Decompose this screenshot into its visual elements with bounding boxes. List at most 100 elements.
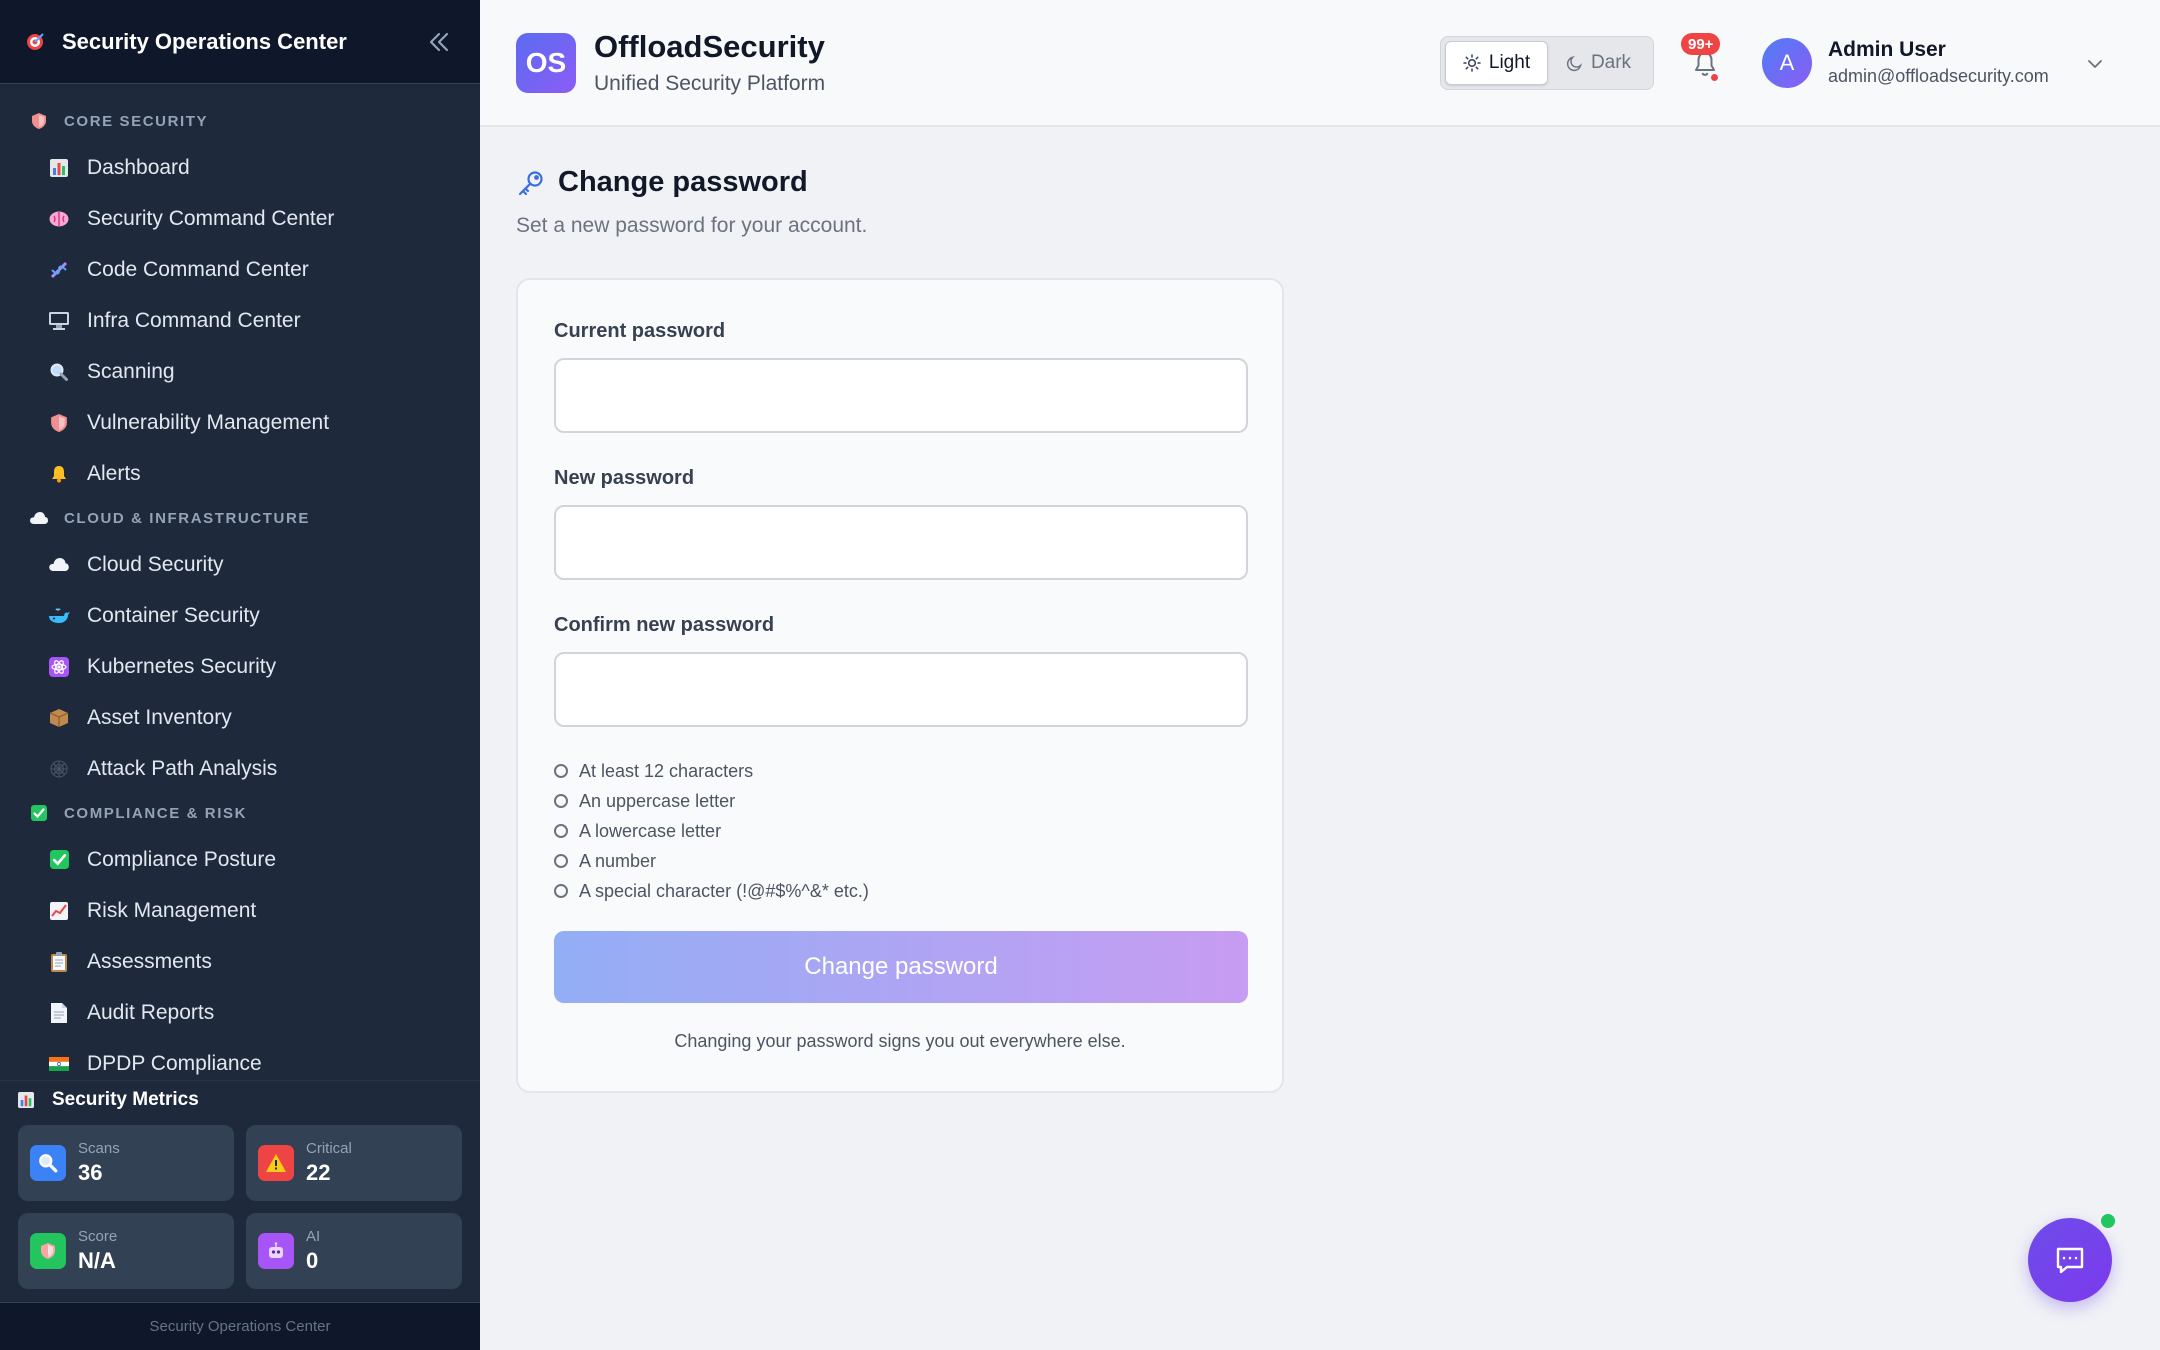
metric-label: Critical — [306, 1140, 352, 1157]
monitor-icon — [48, 310, 70, 332]
signout-note: Changing your password signs you out eve… — [674, 1031, 1126, 1051]
current-password-label: Current password — [554, 320, 726, 342]
page-title-text: Change password — [558, 166, 808, 198]
sidebar-item-label: Risk Management — [87, 898, 257, 922]
section-cloud-infrastructure: CLOUD & INFRASTRUCTURE — [0, 503, 480, 533]
top-header: OS OffloadSecurity Unified Security Plat… — [480, 0, 2160, 127]
requirement-item: A special character (!@#$%^&* etc.) — [554, 876, 869, 906]
section-label: COMPLIANCE & RISK — [64, 804, 248, 822]
sidebar-item-asset-inventory[interactable]: Asset Inventory — [0, 692, 480, 743]
notification-indicator-dot — [1709, 72, 1720, 83]
theme-dark-button[interactable]: Dark — [1548, 41, 1649, 85]
requirement-text: At least 12 characters — [579, 760, 754, 781]
dna-icon — [48, 259, 70, 281]
sidebar-item-container-security[interactable]: Container Security — [0, 590, 480, 641]
chevron-down-icon[interactable] — [2083, 52, 2107, 76]
chat-assistant-button[interactable] — [2028, 1218, 2112, 1302]
unchecked-circle-icon — [554, 884, 568, 898]
page-title: Change password — [516, 166, 808, 199]
user-avatar[interactable]: A — [1762, 38, 1812, 88]
sidebar-item-label: Vulnerability Management — [87, 410, 330, 434]
theme-dark-label: Dark — [1590, 52, 1632, 73]
moon-icon — [1566, 55, 1582, 71]
trend-chart-icon — [48, 900, 70, 922]
metric-value: 22 — [306, 1160, 331, 1185]
document-icon — [48, 1002, 70, 1024]
sidebar-item-label: Alerts — [87, 461, 141, 485]
sidebar-item-label: Kubernetes Security — [87, 654, 277, 678]
user-email: admin@offloadsecurity.com — [1828, 66, 2049, 86]
chat-icon — [2056, 1247, 2084, 1274]
section-compliance-risk: COMPLIANCE & RISK — [0, 798, 480, 828]
notifications-count-badge: 99+ — [1681, 33, 1721, 55]
shield-icon — [30, 1233, 66, 1269]
web-icon — [48, 758, 70, 780]
new-password-input[interactable] — [554, 505, 1248, 580]
change-password-form: Current password New password Confirm ne… — [516, 278, 1284, 1093]
sidebar-item-label: Audit Reports — [87, 1000, 215, 1024]
brand-logo[interactable]: OS — [516, 33, 576, 93]
brand-name: OffloadSecurity — [594, 29, 825, 64]
sidebar-item-code-command-center[interactable]: Code Command Center — [0, 244, 480, 295]
section-core-security: CORE SECURITY — [0, 106, 480, 136]
requirement-text: A number — [579, 850, 657, 871]
sidebar-item-risk-management[interactable]: Risk Management — [0, 885, 480, 936]
unchecked-circle-icon — [554, 854, 568, 868]
sidebar-item-label: Cloud Security — [87, 552, 224, 576]
sidebar-item-alerts[interactable]: Alerts — [0, 448, 480, 499]
sidebar-title: Security Operations Center — [62, 28, 347, 54]
sidebar-item-kubernetes-security[interactable]: Kubernetes Security — [0, 641, 480, 692]
section-label: CLOUD & INFRASTRUCTURE — [64, 509, 311, 527]
sidebar-item-label: Attack Path Analysis — [87, 756, 278, 780]
india-flag-icon — [48, 1053, 70, 1075]
sidebar-item-label: Compliance Posture — [87, 847, 277, 871]
clipboard-icon — [48, 951, 70, 973]
package-icon — [48, 707, 70, 729]
cloud-icon — [48, 554, 70, 576]
metric-value: 0 — [306, 1248, 319, 1273]
brain-icon — [48, 208, 70, 230]
security-metrics-panel: Security Metrics Scans 36 Critical 22 Scor… — [0, 1080, 480, 1302]
confirm-password-label: Confirm new password — [554, 614, 775, 636]
sidebar-item-compliance-posture[interactable]: Compliance Posture — [0, 834, 480, 885]
sidebar-item-dashboard[interactable]: Dashboard — [0, 142, 480, 193]
sidebar-footer: Security Operations Center — [0, 1302, 480, 1350]
collapse-sidebar-icon[interactable] — [422, 25, 456, 59]
sidebar-item-label: Security Command Center — [87, 206, 335, 230]
requirement-text: A lowercase letter — [579, 820, 722, 841]
change-password-button[interactable]: Change password — [554, 931, 1248, 1003]
sidebar-item-vulnerability-management[interactable]: Vulnerability Management — [0, 397, 480, 448]
sidebar-nav: CORE SECURITY Dashboard Security Command… — [0, 84, 480, 1080]
requirement-item: At least 12 characters — [554, 756, 869, 786]
sun-icon — [1463, 54, 1481, 72]
confirm-password-input[interactable] — [554, 652, 1248, 727]
sidebar-item-assessments[interactable]: Assessments — [0, 936, 480, 987]
requirement-text: A special character (!@#$%^&* etc.) — [579, 880, 869, 901]
theme-light-button[interactable]: Light — [1445, 41, 1548, 85]
bell-icon — [48, 463, 70, 485]
metric-card-score: Score N/A — [18, 1213, 234, 1289]
shield-icon — [48, 412, 70, 434]
metric-value: 36 — [78, 1160, 103, 1185]
current-password-input[interactable] — [554, 358, 1248, 433]
sidebar-item-cloud-security[interactable]: Cloud Security — [0, 539, 480, 590]
sidebar-item-infra-command-center[interactable]: Infra Command Center — [0, 295, 480, 346]
shield-icon — [30, 112, 48, 130]
sidebar-item-scanning[interactable]: Scanning — [0, 346, 480, 397]
sidebar-item-audit-reports[interactable]: Audit Reports — [0, 987, 480, 1038]
magnifier-icon — [30, 1145, 66, 1181]
sidebar-item-attack-path-analysis[interactable]: Attack Path Analysis — [0, 743, 480, 794]
sidebar-item-security-command-center[interactable]: Security Command Center — [0, 193, 480, 244]
sidebar-item-label: DPDP Compliance — [87, 1051, 262, 1075]
bar-chart-icon — [18, 1092, 34, 1108]
online-status-dot — [2099, 1212, 2117, 1230]
whale-icon — [48, 605, 70, 627]
magnifier-icon — [48, 361, 70, 383]
requirement-item: A lowercase letter — [554, 816, 869, 846]
section-label: CORE SECURITY — [64, 112, 209, 130]
password-requirements: At least 12 characters An uppercase lett… — [554, 756, 869, 906]
sidebar-item-label: Container Security — [87, 603, 260, 627]
sidebar-item-dpdp-compliance[interactable]: DPDP Compliance — [0, 1038, 480, 1080]
requirement-item: An uppercase letter — [554, 786, 869, 816]
new-password-label: New password — [554, 467, 695, 489]
